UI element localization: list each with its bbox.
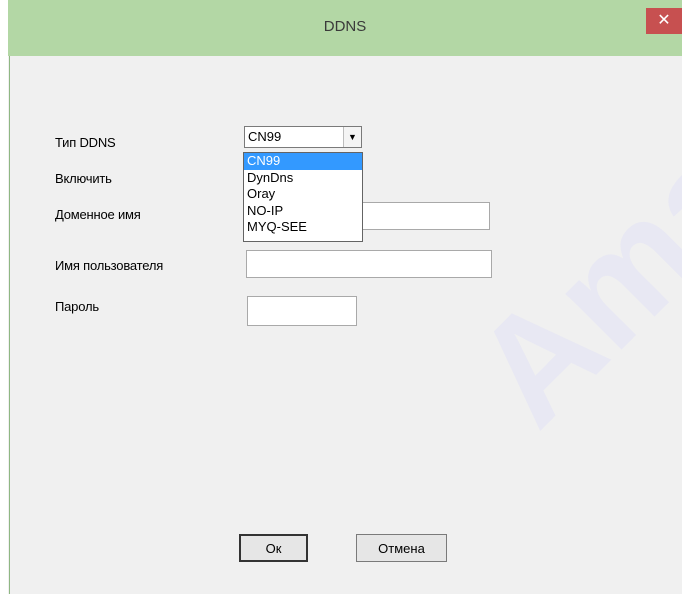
- title-bar[interactable]: DDNS ✕: [8, 0, 682, 56]
- dropdown-option[interactable]: DynDns: [244, 170, 362, 187]
- dropdown-option[interactable]: CN99: [244, 153, 362, 170]
- ddns-type-dropdown-list[interactable]: CN99 DynDns Oray NO-IP MYQ-SEE: [243, 152, 363, 242]
- watermark: Ama: [441, 107, 682, 457]
- dialog-title: DDNS: [323, 18, 367, 35]
- ddns-dialog: DDNS ✕ Ama Тип DDNS Включить Доменное им…: [8, 0, 682, 594]
- enable-label: Включить: [55, 171, 112, 186]
- cancel-button[interactable]: Отмена: [356, 534, 447, 562]
- close-icon: ✕: [657, 12, 671, 29]
- dropdown-option[interactable]: NO-IP: [244, 203, 362, 220]
- username-input[interactable]: [246, 250, 492, 278]
- ddns-type-selected-value: CN99: [248, 129, 282, 144]
- dropdown-option[interactable]: MYQ-SEE: [244, 219, 362, 236]
- close-button[interactable]: ✕: [646, 8, 682, 34]
- dropdown-option[interactable]: Oray: [244, 186, 362, 203]
- ok-button[interactable]: Ок: [239, 534, 308, 562]
- username-label: Имя пользователя: [55, 258, 164, 273]
- domain-name-label: Доменное имя: [55, 207, 141, 222]
- ddns-type-select[interactable]: CN99 ▼: [244, 126, 362, 148]
- password-label: Пароль: [55, 299, 99, 314]
- dropdown-arrow-icon[interactable]: ▼: [343, 127, 361, 147]
- ddns-type-label: Тип DDNS: [55, 135, 116, 150]
- password-input[interactable]: [247, 296, 357, 326]
